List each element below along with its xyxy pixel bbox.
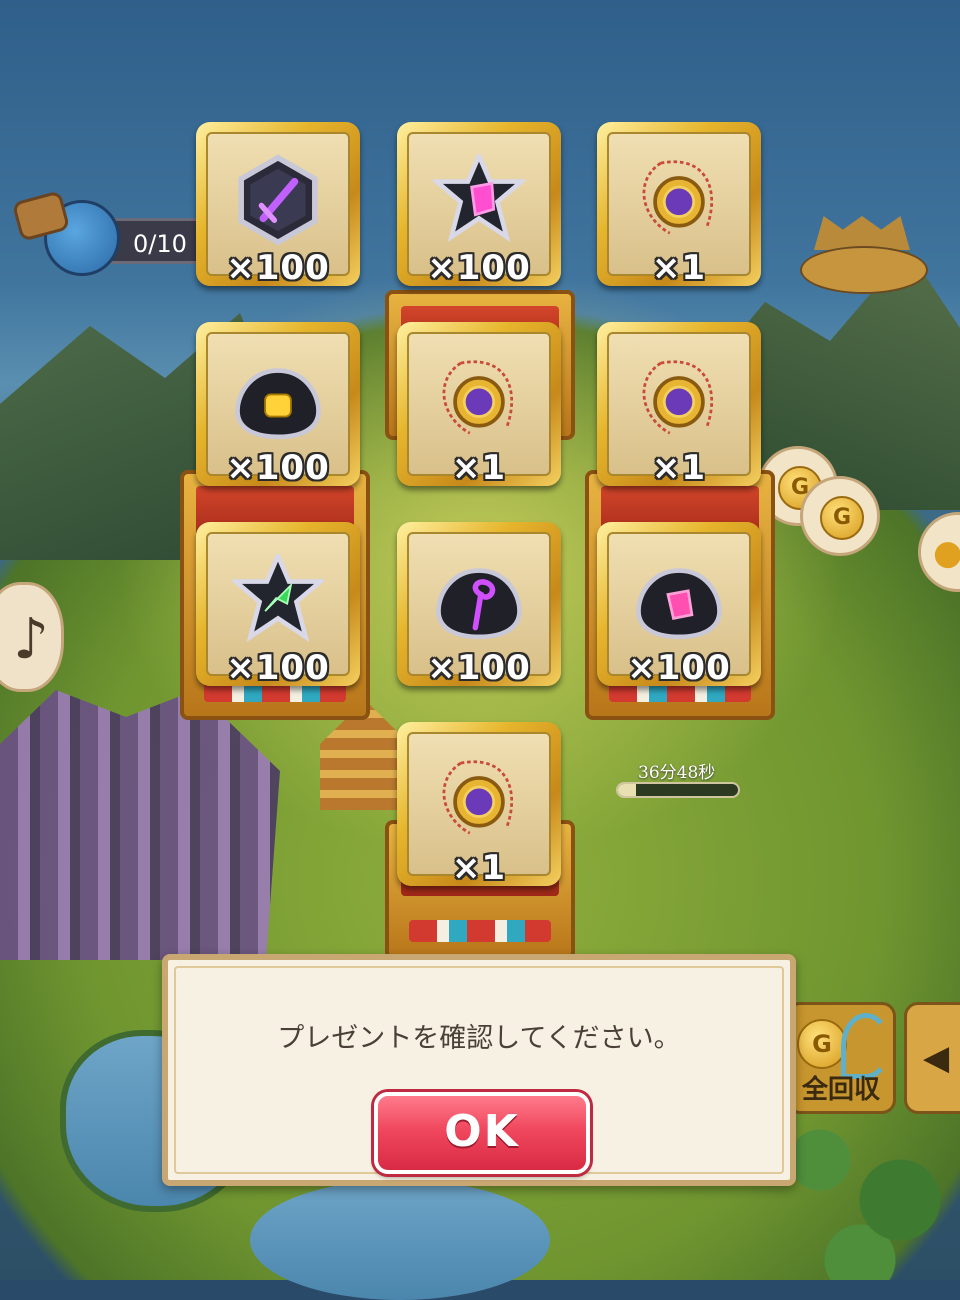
- purple-castle-city: [0, 690, 280, 960]
- reward-tile: ×1: [597, 122, 761, 288]
- reward-tile: ×100: [196, 522, 360, 688]
- present-confirm-dialog: プレゼントを確認してください。 OK: [162, 954, 796, 1186]
- reward-tile: ×100: [397, 522, 561, 688]
- reward-quantity: ×100: [226, 248, 330, 288]
- reward-quantity: ×100: [427, 648, 531, 688]
- golden-amulet-necklace-icon: [642, 360, 714, 435]
- reward-quantity: ×100: [226, 648, 330, 688]
- ok-button[interactable]: OK: [374, 1092, 590, 1174]
- black-star-crystal-green-arrow-icon: [232, 554, 324, 643]
- reward-quantity: ×1: [451, 448, 507, 488]
- reward-tile: ×100: [397, 122, 561, 288]
- reward-quantity: ×100: [226, 448, 330, 488]
- lake-bottom: [250, 1180, 550, 1300]
- triangle-left-icon: ◀: [923, 1038, 950, 1078]
- coin-bubble-2[interactable]: G: [800, 476, 880, 556]
- timer-text: 36分48秒: [638, 763, 716, 783]
- golden-amulet-necklace-icon: [442, 760, 514, 835]
- reward-quantity: ×1: [451, 848, 507, 888]
- reward-quantity: ×1: [651, 448, 707, 488]
- reward-tile: ×1: [397, 722, 561, 888]
- person-icon: ●: [933, 533, 960, 573]
- dialog-message: プレゼントを確認してください。: [277, 1023, 681, 1054]
- reward-tile: ×100: [196, 322, 360, 488]
- timer-progress-fill: [618, 784, 636, 796]
- black-star-crystal-pink-gem-icon: [433, 154, 525, 243]
- gold-coin-icon: G: [820, 496, 864, 540]
- reward-tile: ×1: [397, 322, 561, 488]
- black-hexagon-crystal-sword-icon: [238, 154, 318, 246]
- reward-tile: ×1: [597, 322, 761, 488]
- collect-all-button[interactable]: G 全回収: [786, 1002, 896, 1114]
- black-slime-orb-purple-staff-icon: [436, 568, 522, 640]
- reward-quantity: ×1: [651, 248, 707, 288]
- reward-tile: ×100: [196, 122, 360, 288]
- black-slime-orb-pink-gem-icon: [636, 568, 722, 640]
- collect-all-label: 全回収: [801, 1075, 880, 1105]
- timer-progress-bar: [616, 782, 740, 798]
- golden-amulet-necklace-icon: [442, 360, 514, 435]
- reward-tile: ×100: [597, 522, 761, 688]
- golden-amulet-necklace-icon: [642, 160, 714, 235]
- floating-island-airship[interactable]: [800, 206, 940, 306]
- reward-quantity: ×100: [627, 648, 731, 688]
- reward-quantity: ×100: [427, 248, 531, 288]
- side-menu-arrow-button[interactable]: ◀: [904, 1002, 960, 1114]
- gold-coin-icon: G: [797, 1019, 847, 1069]
- music-note-button[interactable]: ♪: [0, 582, 64, 692]
- black-slime-orb-yellow-fist-icon: [235, 368, 321, 440]
